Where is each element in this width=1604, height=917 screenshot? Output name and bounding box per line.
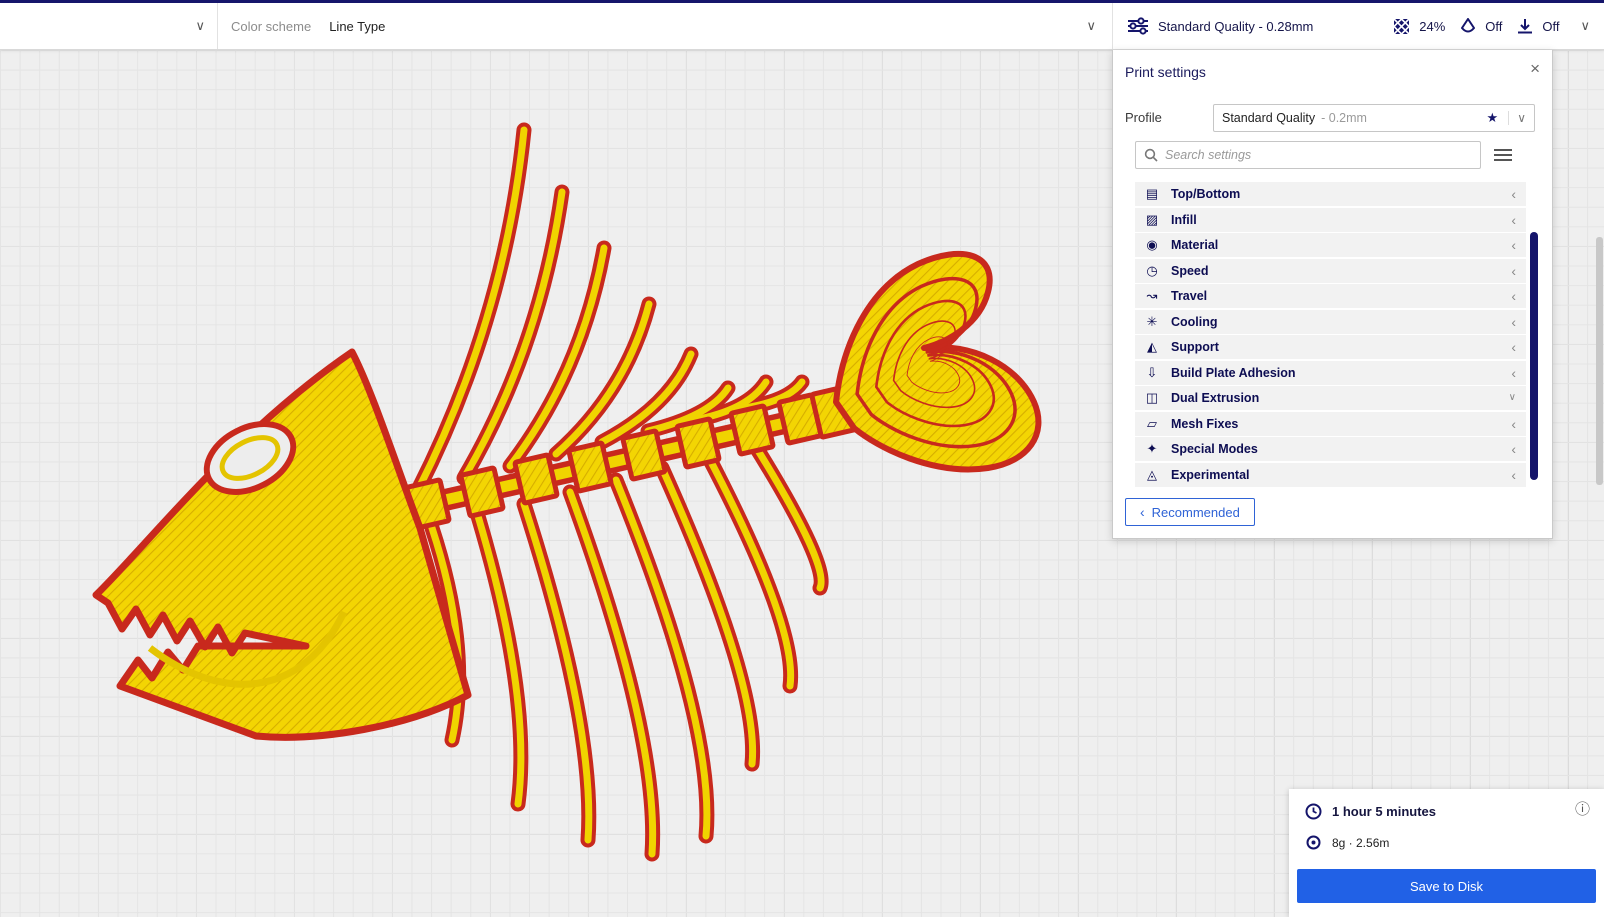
adhesion-value: Off (1542, 19, 1559, 34)
info-icon[interactable]: ⓘ (1575, 802, 1590, 817)
print-settings-summary[interactable]: Standard Quality - 0.28mm 24% Off Off ∨ (1112, 3, 1604, 49)
settings-category-support[interactable]: ◭ Support ‹ (1135, 335, 1526, 359)
settings-category-experimental[interactable]: ◬ Experimental ‹ (1135, 463, 1526, 487)
settings-category-special-modes[interactable]: ✦ Special Modes ‹ (1135, 437, 1526, 461)
color-scheme-value: Line Type (329, 19, 385, 34)
active-profile-label: Standard Quality - 0.28mm (1158, 19, 1313, 34)
print-setup-sliders-icon (1127, 17, 1149, 35)
cooling-icon: ✳ (1142, 314, 1162, 330)
settings-category-top-bottom[interactable]: ▤ Top/Bottom ‹ (1135, 182, 1526, 206)
support-icon (1460, 18, 1476, 35)
material-icon: ◉ (1142, 237, 1162, 253)
mesh-fixes-icon: ▱ (1142, 416, 1162, 432)
chevron-left-icon: ‹ (1511, 264, 1516, 278)
search-icon (1144, 148, 1158, 162)
chevron-left-icon: ‹ (1511, 315, 1516, 329)
chevron-down-icon: ∨ (1086, 18, 1096, 34)
profile-detail: - 0.2mm (1321, 111, 1367, 125)
chevron-left-icon: ‹ (1140, 505, 1145, 519)
settings-category-mesh-fixes[interactable]: ▱ Mesh Fixes ‹ (1135, 412, 1526, 436)
panel-title: Print settings (1125, 64, 1206, 80)
speed-icon: ◷ (1142, 263, 1162, 279)
search-input[interactable] (1165, 142, 1480, 168)
color-scheme-dropdown[interactable]: Color scheme Line Type ∨ (219, 3, 1112, 49)
infill-icon: ▨ (1142, 212, 1162, 228)
settings-category-infill[interactable]: ▨ Infill ‹ (1135, 208, 1526, 232)
clock-icon (1305, 803, 1322, 820)
settings-category-build-plate-adhesion[interactable]: ⇩ Build Plate Adhesion ‹ (1135, 361, 1526, 385)
fish-head (96, 352, 468, 737)
settings-category-material[interactable]: ◉ Material ‹ (1135, 233, 1526, 257)
chevron-left-icon: ‹ (1511, 340, 1516, 354)
dual-extrusion-icon: ◫ (1142, 390, 1162, 406)
color-scheme-label: Color scheme (231, 19, 311, 34)
close-icon[interactable]: × (1530, 60, 1540, 77)
profile-label: Profile (1125, 110, 1162, 125)
experimental-icon: ◬ (1142, 467, 1162, 483)
material-spool-icon (1306, 835, 1321, 850)
profile-dropdown[interactable]: Standard Quality - 0.2mm ★ ∨ (1213, 104, 1535, 132)
fish-tail (836, 254, 1038, 469)
chevron-left-icon: ‹ (1511, 289, 1516, 303)
print-job-card: 1 hour 5 minutes ⓘ 8g · 2.56m Save to Di… (1289, 789, 1604, 917)
chevron-down-icon: ∨ (1508, 111, 1526, 125)
material-usage-value: 8g · 2.56m (1332, 836, 1389, 850)
infill-icon (1393, 18, 1410, 35)
support-icon: ◭ (1142, 339, 1162, 355)
settings-category-speed[interactable]: ◷ Speed ‹ (1135, 259, 1526, 283)
chevron-down-icon: ∨ (1509, 393, 1516, 403)
print-time-value: 1 hour 5 minutes (1332, 804, 1436, 819)
special-modes-icon: ✦ (1142, 441, 1162, 457)
recommended-button[interactable]: ‹ Recommended (1125, 498, 1255, 526)
chevron-left-icon: ‹ (1511, 468, 1516, 482)
settings-category-travel[interactable]: ↝ Travel ‹ (1135, 284, 1526, 308)
print-settings-panel: Print settings × Profile Standard Qualit… (1112, 50, 1553, 539)
support-value: Off (1485, 19, 1502, 34)
save-to-disk-button[interactable]: Save to Disk (1297, 869, 1596, 903)
window-scrollbar[interactable] (1596, 237, 1603, 485)
top-bottom-icon: ▤ (1142, 186, 1162, 202)
profile-value: Standard Quality (1222, 111, 1315, 125)
settings-category-dual-extrusion[interactable]: ◫ Dual Extrusion ∨ (1135, 386, 1526, 410)
chevron-down-icon: ∨ (195, 18, 205, 34)
chevron-left-icon: ‹ (1511, 213, 1516, 227)
printer-dropdown[interactable]: ∨ (0, 3, 218, 49)
infill-value: 24% (1419, 19, 1445, 34)
settings-category-list: ▤ Top/Bottom ‹ ▨ Infill ‹ ◉ Material ‹ ◷… (1135, 182, 1526, 488)
travel-icon: ↝ (1142, 288, 1162, 304)
settings-visibility-menu-icon[interactable] (1494, 146, 1512, 164)
chevron-left-icon: ‹ (1511, 442, 1516, 456)
print-time-row: 1 hour 5 minutes (1305, 803, 1436, 820)
top-toolbar: ∨ Color scheme Line Type ∨ Standard Qual… (0, 0, 1604, 50)
settings-category-cooling[interactable]: ✳ Cooling ‹ (1135, 310, 1526, 334)
chevron-left-icon: ‹ (1511, 417, 1516, 431)
material-usage-row: 8g · 2.56m (1306, 835, 1389, 850)
chevron-left-icon: ‹ (1511, 238, 1516, 252)
adhesion-icon: ⇩ (1142, 365, 1162, 381)
settings-scrollbar-thumb[interactable] (1530, 232, 1538, 480)
chevron-down-icon: ∨ (1580, 18, 1590, 34)
favorite-star-icon[interactable]: ★ (1487, 110, 1499, 126)
chevron-left-icon: ‹ (1511, 366, 1516, 380)
chevron-left-icon: ‹ (1511, 187, 1516, 201)
recommended-label: Recommended (1152, 505, 1240, 520)
adhesion-icon (1517, 18, 1533, 35)
search-settings-field (1135, 141, 1481, 169)
